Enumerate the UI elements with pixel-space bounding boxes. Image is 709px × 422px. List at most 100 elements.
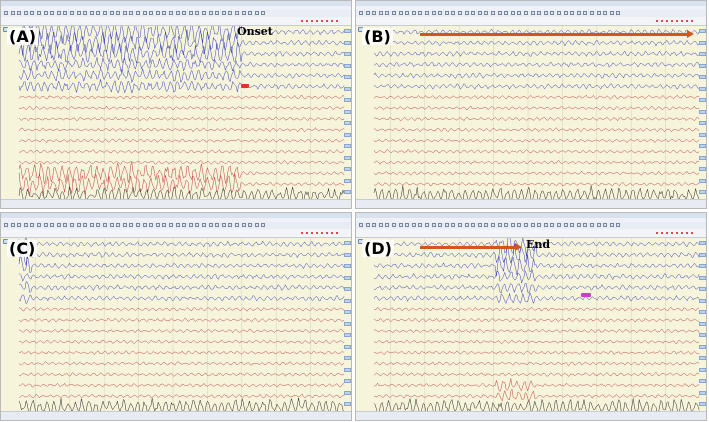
- toolbar-button-icon[interactable]: [56, 11, 61, 15]
- toolbar-button-icon[interactable]: [109, 223, 114, 227]
- toolbar-button-icon[interactable]: [17, 223, 22, 227]
- toolbar-button-icon[interactable]: [524, 223, 528, 227]
- toolbar-button-icon[interactable]: [129, 11, 134, 15]
- toolbar-button-icon[interactable]: [96, 223, 101, 227]
- toolbar-button-icon[interactable]: [524, 11, 528, 15]
- toolbar-button-icon[interactable]: [392, 223, 396, 227]
- channel-scale-icon[interactable]: [699, 310, 706, 314]
- toolbar-button-icon[interactable]: [477, 223, 482, 227]
- toolbar-button-icon[interactable]: [504, 11, 509, 15]
- toolbar-button-icon[interactable]: [202, 11, 206, 15]
- toolbar-button-icon[interactable]: [510, 11, 515, 15]
- channel-scale-icon[interactable]: [344, 178, 351, 183]
- toolbar-button-icon[interactable]: [248, 223, 253, 227]
- toolbar-button-icon[interactable]: [444, 11, 449, 15]
- toolbar-button-icon[interactable]: [195, 223, 200, 227]
- channel-scale-icon[interactable]: [344, 356, 351, 360]
- toolbar-button-icon[interactable]: [570, 223, 575, 227]
- channel-scale-icon[interactable]: [344, 63, 351, 68]
- toolbar-button-icon[interactable]: [116, 223, 121, 227]
- channel-scale-icon[interactable]: [344, 333, 351, 337]
- channel-scale-icon[interactable]: [344, 98, 351, 102]
- toolbar-button-icon[interactable]: [359, 11, 363, 15]
- toolbar-button-icon[interactable]: [208, 11, 213, 15]
- toolbar-button-icon[interactable]: [70, 11, 74, 15]
- channel-scale-icon[interactable]: [344, 252, 351, 257]
- toolbar-button-icon[interactable]: [215, 223, 220, 227]
- channel-scale-icon[interactable]: [344, 86, 351, 91]
- toolbar-button-icon[interactable]: [497, 223, 502, 227]
- toolbar-button-icon[interactable]: [63, 223, 68, 227]
- toolbar-button-icon[interactable]: [103, 223, 107, 227]
- toolbar-button-icon[interactable]: [497, 11, 502, 15]
- toolbar-button-icon[interactable]: [392, 11, 396, 15]
- channel-scale-icon[interactable]: [344, 109, 351, 114]
- toolbar-button-icon[interactable]: [248, 11, 253, 15]
- toolbar-button-icon[interactable]: [10, 11, 15, 15]
- toolbar-button-icon[interactable]: [543, 11, 548, 15]
- toolbar-button-icon[interactable]: [50, 223, 55, 227]
- toolbar-button-icon[interactable]: [169, 223, 173, 227]
- toolbar-button-icon[interactable]: [155, 11, 160, 15]
- toolbar-button-icon[interactable]: [537, 223, 542, 227]
- annotation-tag[interactable]: [241, 84, 249, 88]
- toolbar-button-icon[interactable]: [378, 223, 383, 227]
- toolbar-button-icon[interactable]: [570, 11, 575, 15]
- toolbar-button-icon[interactable]: [122, 223, 127, 227]
- channel-scale-icon[interactable]: [699, 367, 706, 372]
- channel-scale-icon[interactable]: [699, 287, 706, 291]
- toolbar-button-icon[interactable]: [76, 223, 81, 227]
- time-ruler[interactable]: [356, 17, 706, 26]
- toolbar-button-icon[interactable]: [182, 11, 187, 15]
- toolbar-button-icon[interactable]: [116, 11, 121, 15]
- toolbar-button-icon[interactable]: [228, 11, 233, 15]
- toolbar-button-icon[interactable]: [83, 223, 88, 227]
- toolbar-button-icon[interactable]: [378, 11, 383, 15]
- toolbar-button-icon[interactable]: [50, 11, 55, 15]
- channel-scale-icon[interactable]: [699, 132, 706, 137]
- channel-scale-icon[interactable]: [344, 167, 351, 171]
- toolbar-button-icon[interactable]: [359, 223, 363, 227]
- toolbar-button-icon[interactable]: [56, 223, 61, 227]
- toolbar-button-icon[interactable]: [109, 11, 114, 15]
- channel-scale-icon[interactable]: [344, 402, 351, 406]
- channel-scale-icon[interactable]: [699, 379, 706, 383]
- toolbar-button-icon[interactable]: [89, 223, 94, 227]
- toolbar-button-icon[interactable]: [609, 11, 614, 15]
- toolbar-button-icon[interactable]: [471, 11, 476, 15]
- time-ruler[interactable]: [1, 229, 351, 238]
- channel-scale-icon[interactable]: [344, 132, 351, 137]
- channel-scale-icon[interactable]: [344, 40, 351, 45]
- channel-scale-icon[interactable]: [344, 190, 351, 194]
- channel-scale-icon[interactable]: [699, 321, 706, 326]
- toolbar-button-icon[interactable]: [365, 11, 370, 15]
- toolbar-button-icon[interactable]: [30, 223, 35, 227]
- channel-scale-icon[interactable]: [344, 144, 351, 148]
- toolbar-button-icon[interactable]: [385, 223, 390, 227]
- toolbar-button-icon[interactable]: [63, 11, 68, 15]
- toolbar-button-icon[interactable]: [235, 223, 239, 227]
- toolbar-button-icon[interactable]: [142, 223, 147, 227]
- toolbar-button-icon[interactable]: [491, 11, 495, 15]
- toolbar-button-icon[interactable]: [241, 11, 246, 15]
- toolbar-button-icon[interactable]: [4, 223, 8, 227]
- toolbar-button-icon[interactable]: [83, 11, 88, 15]
- channel-scale-icon[interactable]: [699, 356, 706, 360]
- channel-scale-icon[interactable]: [699, 29, 706, 33]
- channel-scale-icon[interactable]: [344, 390, 351, 395]
- toolbar-button-icon[interactable]: [202, 223, 206, 227]
- annotation-tag[interactable]: [581, 293, 591, 297]
- toolbar-button-icon[interactable]: [215, 11, 220, 15]
- toolbar-button-icon[interactable]: [129, 223, 134, 227]
- toolbar-button-icon[interactable]: [122, 11, 127, 15]
- channel-scale-icon[interactable]: [699, 155, 706, 160]
- toolbar-button-icon[interactable]: [96, 11, 101, 15]
- channel-scale-icon[interactable]: [699, 344, 706, 349]
- toolbar-button-icon[interactable]: [30, 11, 35, 15]
- toolbar-button-icon[interactable]: [76, 11, 81, 15]
- toolbar-button-icon[interactable]: [491, 223, 495, 227]
- toolbar-button-icon[interactable]: [188, 223, 193, 227]
- toolbar-button-icon[interactable]: [149, 223, 154, 227]
- channel-scale-icon[interactable]: [344, 75, 351, 79]
- toolbar-button-icon[interactable]: [510, 223, 515, 227]
